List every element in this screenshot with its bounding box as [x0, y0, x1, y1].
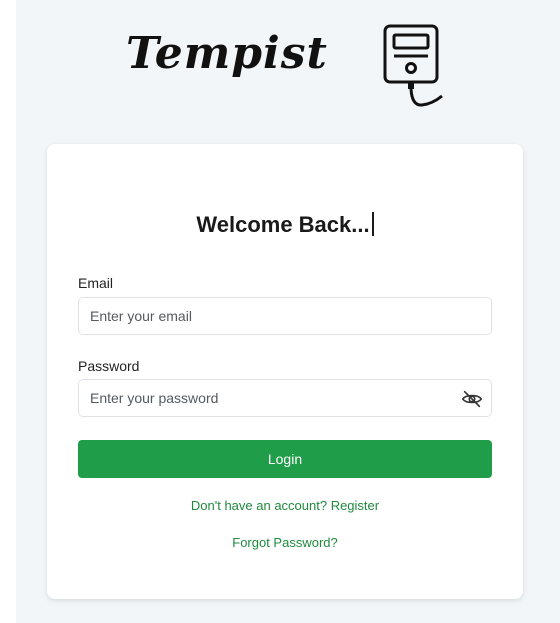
- email-field[interactable]: [79, 298, 461, 334]
- brand-logo: Tempist: [126, 24, 456, 114]
- eye-off-icon[interactable]: [461, 388, 483, 410]
- login-button[interactable]: Login: [78, 440, 492, 478]
- page-title: Welcome Back...: [47, 212, 523, 238]
- email-label: Email: [78, 275, 114, 291]
- title-text: Welcome Back...: [196, 212, 370, 237]
- text-caret: [371, 212, 374, 236]
- forgot-password-link[interactable]: Forgot Password?: [47, 535, 523, 550]
- meter-device-icon: [383, 24, 443, 107]
- email-field-wrapper: [78, 297, 492, 335]
- login-card: Welcome Back... Email Password Login Don…: [47, 144, 523, 599]
- password-label: Password: [78, 358, 140, 374]
- register-link[interactable]: Don't have an account? Register: [47, 498, 523, 513]
- password-field[interactable]: [79, 380, 461, 416]
- brand-name: Tempist: [126, 28, 328, 79]
- password-field-wrapper: [78, 379, 492, 417]
